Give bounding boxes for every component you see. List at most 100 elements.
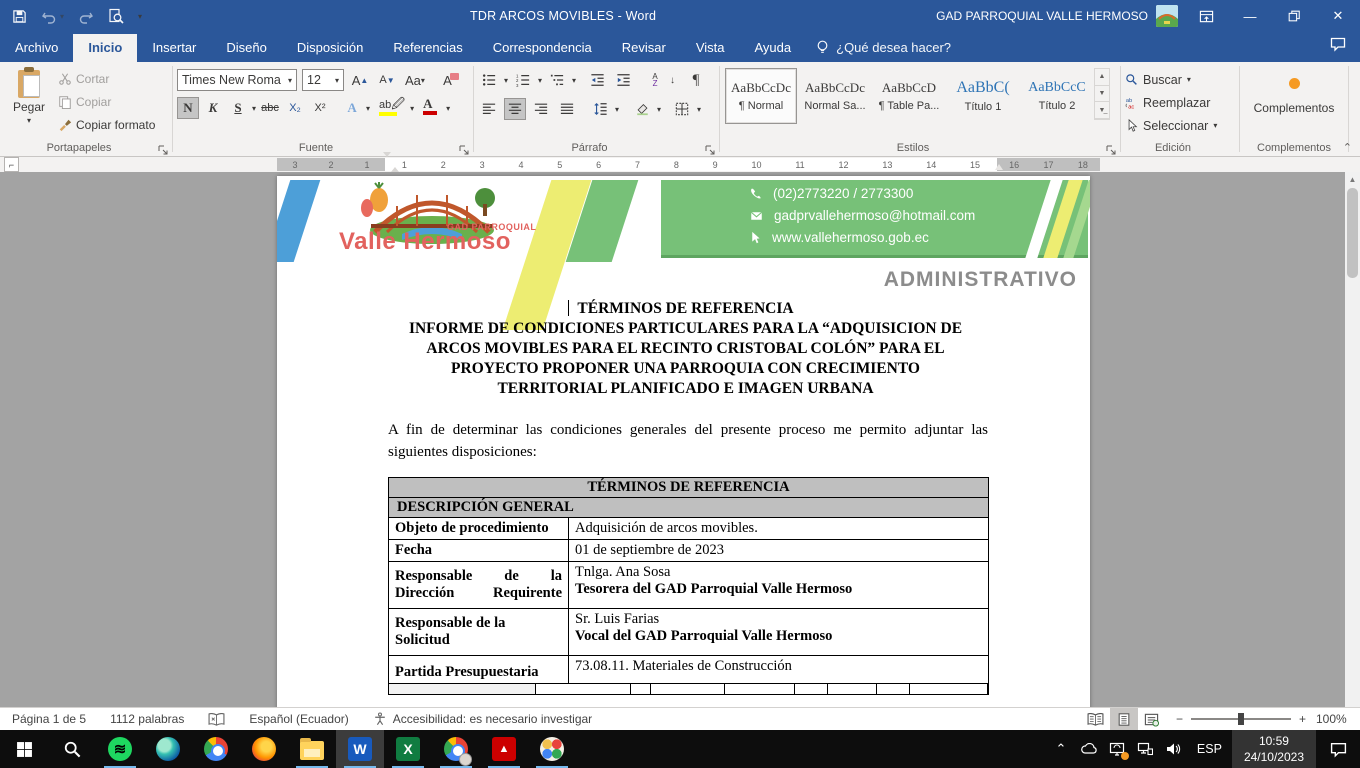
restore-icon[interactable] (1272, 0, 1316, 32)
borders-dropdown[interactable]: ▾ (697, 105, 701, 114)
font-name-combo[interactable]: Times New Roma▾ (177, 69, 297, 91)
text-effects-dropdown[interactable]: ▾ (366, 104, 370, 113)
highlight-button[interactable]: ab🖉 (377, 97, 407, 119)
onedrive-icon[interactable] (1075, 730, 1103, 768)
tab-vista[interactable]: Vista (681, 34, 740, 62)
find-button[interactable]: Buscar▾ (1125, 69, 1235, 90)
style-table-pa[interactable]: AaBbCcD¶ Table Pa... (873, 68, 945, 124)
format-painter-button[interactable]: Copiar formato (58, 113, 155, 136)
underline-dropdown[interactable]: ▾ (252, 104, 256, 113)
styles-scroll-up-icon[interactable]: ▲ (1095, 69, 1109, 86)
zoom-track[interactable] (1191, 718, 1291, 720)
styles-more-icon[interactable]: ▼̲ (1095, 102, 1109, 119)
paste-dropdown[interactable]: ▾ (27, 116, 31, 125)
font-dialog-launcher-icon[interactable] (459, 143, 469, 153)
minimize-icon[interactable]: — (1228, 0, 1272, 32)
tab-inicio[interactable]: Inicio (73, 34, 137, 62)
ribbon-display-options-icon[interactable] (1184, 0, 1228, 32)
font-color-dropdown[interactable]: ▾ (446, 104, 450, 113)
grow-font-button[interactable]: A▲ (349, 69, 371, 91)
italic-button[interactable]: K (202, 97, 224, 119)
taskbar-edge-icon[interactable] (144, 730, 192, 768)
hidden-icons-chevron[interactable]: ⌃ (1047, 730, 1075, 768)
show-paragraph-marks-button[interactable]: ¶ (685, 69, 707, 91)
close-icon[interactable]: ✕ (1316, 0, 1360, 32)
bold-button[interactable]: N (177, 97, 199, 119)
clear-formatting-button[interactable]: A (440, 69, 462, 91)
accessibility-status[interactable]: Accesibilidad: es necesario investigar (361, 712, 604, 726)
tab-selector-icon[interactable]: ⌐ (4, 157, 19, 172)
taskbar-file-explorer-icon[interactable] (288, 730, 336, 768)
tab-archivo[interactable]: Archivo (0, 34, 73, 62)
tab-correspondencia[interactable]: Correspondencia (478, 34, 607, 62)
line-spacing-button[interactable] (589, 98, 611, 120)
print-layout-button[interactable] (1110, 708, 1138, 730)
align-center-button[interactable] (504, 98, 526, 120)
zoom-out-icon[interactable]: − (1176, 712, 1183, 726)
taskbar-paint-icon[interactable] (528, 730, 576, 768)
superscript-button[interactable]: X² (309, 97, 331, 119)
style-normal[interactable]: AaBbCcDc¶ Normal (725, 68, 797, 124)
horizontal-ruler[interactable]: 321 123456789101112131415 161718 (277, 158, 1100, 171)
shrink-font-button[interactable]: A▼ (376, 69, 398, 91)
customize-qat-icon[interactable]: ▾ (138, 12, 142, 21)
taskbar-clock[interactable]: 10:59 24/10/2023 (1232, 730, 1316, 768)
action-center-icon[interactable] (1316, 730, 1360, 768)
account-avatar[interactable] (1156, 5, 1178, 27)
tab-ayuda[interactable]: Ayuda (739, 34, 806, 62)
tab-disposicion[interactable]: Disposición (282, 34, 378, 62)
numbering-dropdown[interactable]: ▾ (538, 76, 542, 85)
tab-referencias[interactable]: Referencias (378, 34, 477, 62)
taskbar-excel-icon[interactable]: X (384, 730, 432, 768)
replace-button[interactable]: Reemplazar (1125, 92, 1235, 113)
change-case-button[interactable]: Aa▾ (403, 69, 427, 91)
redo-icon[interactable] (78, 8, 94, 24)
tab-diseno[interactable]: Diseño (211, 34, 281, 62)
taskbar-chrome-icon[interactable] (192, 730, 240, 768)
vertical-scrollbar[interactable]: ▲ (1345, 172, 1360, 707)
borders-button[interactable] (671, 98, 693, 120)
font-color-button[interactable]: A (421, 97, 443, 119)
taskbar-word-icon[interactable]: W (336, 730, 384, 768)
print-preview-icon[interactable] (108, 8, 124, 24)
collapse-ribbon-icon[interactable]: ⌃ (1343, 141, 1352, 154)
taskbar-chrome-profile-icon[interactable] (432, 730, 480, 768)
taskbar-spotify-icon[interactable] (96, 730, 144, 768)
numbering-button[interactable] (512, 69, 534, 91)
taskbar-search-icon[interactable] (48, 730, 96, 768)
cut-button[interactable]: Cortar (58, 68, 155, 91)
shading-button[interactable] (631, 98, 653, 120)
style-titulo-1[interactable]: AaBbC(Título 1 (947, 68, 1019, 124)
justify-button[interactable] (556, 98, 578, 120)
language-indicator[interactable]: Español (Ecuador) (237, 712, 360, 726)
bullets-dropdown[interactable]: ▾ (504, 76, 508, 85)
strikethrough-button[interactable]: abc (259, 97, 281, 119)
start-button[interactable] (0, 730, 48, 768)
text-effects-button[interactable]: A (341, 97, 363, 119)
scroll-up-icon[interactable]: ▲ (1345, 172, 1360, 187)
undo-icon[interactable]: ▾ (41, 8, 64, 24)
style-normal-sa[interactable]: AaBbCcDcNormal Sa... (799, 68, 871, 124)
word-count[interactable]: 1112 palabras (98, 712, 196, 726)
styles-dialog-launcher-icon[interactable] (1106, 143, 1116, 153)
line-spacing-dropdown[interactable]: ▾ (615, 105, 619, 114)
web-layout-button[interactable] (1138, 708, 1166, 730)
right-indent-marker[interactable] (995, 164, 1003, 170)
font-size-combo[interactable]: 12▾ (302, 69, 344, 91)
terms-table[interactable]: TÉRMINOS DE REFERENCIA DESCRIPCIÓN GENER… (388, 477, 989, 695)
account-area[interactable]: GAD PARROQUIAL VALLE HERMOSO (936, 5, 1178, 27)
copy-button[interactable]: Copiar (58, 91, 155, 114)
proofing-status-icon[interactable] (196, 713, 237, 726)
addins-button[interactable]: Complementos (1246, 66, 1342, 115)
paragraph-dialog-launcher-icon[interactable] (705, 143, 715, 153)
display-notification-icon[interactable] (1103, 730, 1131, 768)
multilevel-dropdown[interactable]: ▾ (572, 76, 576, 85)
shading-dropdown[interactable]: ▾ (657, 105, 661, 114)
taskbar-firefox-icon[interactable] (240, 730, 288, 768)
zoom-percentage[interactable]: 100% (1316, 712, 1360, 726)
volume-icon[interactable] (1159, 730, 1187, 768)
indent-markers[interactable] (383, 157, 392, 172)
style-titulo-2[interactable]: AaBbCcCTítulo 2 (1021, 68, 1093, 124)
tab-revisar[interactable]: Revisar (607, 34, 681, 62)
zoom-handle[interactable] (1238, 713, 1244, 725)
